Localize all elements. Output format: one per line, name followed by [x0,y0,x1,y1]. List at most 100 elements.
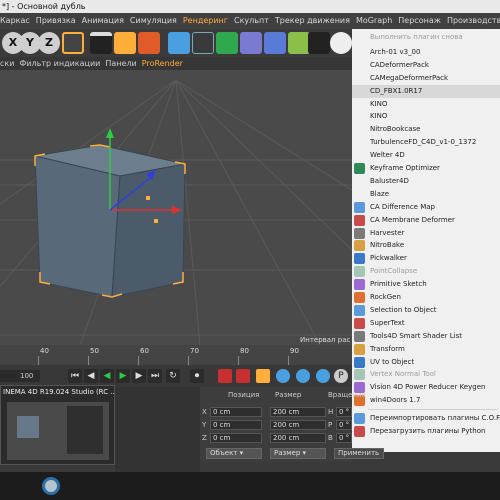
position-x-value: 0 cm [213,408,231,416]
menu-5[interactable]: Скульпт [234,16,269,25]
play-backwards-icon[interactable]: ◀ [100,369,114,383]
menu-7[interactable]: MoGraph [356,16,392,25]
plugin-menu-item[interactable]: Keyframe Optimizer [352,162,500,175]
viewport[interactable]: Интервал рас [0,70,352,345]
plugin-menu-item[interactable]: UV to Object [352,356,500,369]
cinema4d-taskbar-icon[interactable] [42,477,60,495]
size-x-field[interactable]: 200 cm [270,407,326,417]
size-z-field[interactable]: 200 cm [270,433,326,443]
position-key-icon[interactable] [276,369,290,383]
apply-button[interactable]: Применить [334,448,384,459]
size-y-field[interactable]: 200 cm [270,420,326,430]
size-mode-select[interactable]: Размер ▾ [270,448,326,459]
plugin-menu-item[interactable]: SuperText [352,317,500,330]
plugin-menu-item-label: CD_FBX1.0R17 [370,86,423,95]
plugin-menu-item[interactable]: NitroBake [352,239,500,252]
next-frame-icon[interactable]: ▶ [132,369,146,383]
render-picture-viewer-icon[interactable] [114,32,136,54]
viewport-menu-3[interactable]: ProRender [142,59,183,68]
plugin-menu-item[interactable]: Transform [352,343,500,356]
plugin-menu-item: Выполнить плагин снова [352,31,500,44]
record-keys-icon[interactable] [218,369,232,383]
go-to-end-icon[interactable]: ⏭ [148,369,162,383]
taskbar-preview[interactable]: INEMA 4D R19.024 Studio (RC ... [0,385,115,465]
floor-icon[interactable] [288,32,310,54]
plugin-menu-item[interactable]: Primitive Sketch [352,278,500,291]
plugin-menu-item[interactable]: TurbulenceFD_C4D_v1-0_1372 [352,136,500,149]
parameter-key-icon[interactable]: P [334,369,348,383]
pen-icon[interactable] [192,32,214,54]
viewport-scene[interactable] [0,70,352,345]
lock-z-button[interactable]: Z [38,32,60,54]
camera-icon[interactable] [308,32,330,54]
plugin-menu-item[interactable]: Tools4D Smart Shader List [352,330,500,343]
rotation-h-field[interactable]: 0 ° [336,407,352,417]
plugin-menu-item[interactable]: Blaze [352,188,500,201]
menu-0[interactable]: Каркас [0,16,30,25]
keyframe-selection-icon[interactable] [256,369,270,383]
menu-4[interactable]: Рендеринг [183,16,228,25]
plugin-menu-item[interactable]: Welter 4D [352,149,500,162]
go-to-start-icon[interactable]: ⏮ [68,369,82,383]
pointcollapse-icon [354,266,365,278]
plugin-menu-item[interactable]: CA Membrane Deformer [352,214,500,227]
cube-icon[interactable] [168,32,190,54]
size-header: Размер [275,391,302,399]
deformer-icon[interactable] [264,32,286,54]
plugin-menu-item-label: NitroBookcase [370,125,421,134]
plugin-menu-item[interactable]: Arch-01 v3_00 [352,46,500,59]
plugin-menu-item[interactable]: Selection to Object [352,304,500,317]
autokey-icon[interactable] [236,369,250,383]
plugin-menu-item[interactable]: Переимпортировать плагины C.O.F. [352,412,500,425]
render-settings-icon[interactable] [138,32,160,54]
plugin-menu-item-label: Tools4D Smart Shader List [370,331,462,340]
record-icon[interactable]: ⏺ [190,369,204,383]
plugin-menu-item[interactable]: CAMegaDeformerPack [352,72,500,85]
plugin-menu-item[interactable]: win4Doors 1.7 [352,394,500,407]
array-icon[interactable] [240,32,262,54]
plugin-menu-item[interactable]: RockGen [352,291,500,304]
viewport-menu-2[interactable]: Панели [105,59,136,68]
frame-field[interactable]: 100 K [0,370,40,392]
rotation-b-field[interactable]: 0 ° [336,433,352,443]
menu-1[interactable]: Привязка [36,16,76,25]
plugin-menu-item[interactable]: Pickwalker [352,252,500,265]
plugin-menu-item[interactable]: Vision 4D Power Reducer Keygen [352,381,500,394]
plugin-menu-item[interactable]: CD_FBX1.0R17 [352,84,500,98]
light-icon[interactable] [330,32,352,54]
coordinate-mode-select[interactable]: Объект ▾ [206,448,262,459]
shader-list-icon [354,330,365,342]
play-icon[interactable]: ▶ [116,369,130,383]
rotation-p-field[interactable]: 0 ° [336,420,352,430]
timeline-ruler[interactable]: 40 50 60 70 80 90 [0,345,352,365]
coordinate-system-icon[interactable] [62,32,84,54]
viewport-menu-0[interactable]: ски [0,59,14,68]
render-view-icon[interactable] [90,32,112,54]
menu-2[interactable]: Анимация [82,16,124,25]
menu-8[interactable]: Персонаж [398,16,441,25]
menu-9[interactable]: Производственный процесс [447,16,500,25]
subdivision-icon[interactable] [216,32,238,54]
rotation-key-icon[interactable] [316,369,330,383]
rotation-b-value: 0 ° [339,434,350,442]
position-x-field[interactable]: 0 cm [210,407,262,417]
loop-icon[interactable]: ↻ [166,369,180,383]
scale-key-icon[interactable] [296,369,310,383]
plugin-menu-item[interactable]: KINO [352,98,500,111]
menu-6[interactable]: Трекер движения [275,16,350,25]
preview-cube [17,416,39,438]
plugin-menu-item[interactable]: KINO [352,110,500,123]
position-z-field[interactable]: 0 cm [210,433,262,443]
prev-key-icon[interactable]: ◀ [84,369,98,383]
position-y-field[interactable]: 0 cm [210,420,262,430]
plugin-menu-item[interactable]: Baluster4D [352,175,500,188]
plugin-menu-item[interactable]: CADeformerPack [352,59,500,72]
menu-3[interactable]: Симуляция [130,16,177,25]
rotation-header: Вращение [328,391,366,399]
plugin-menu-item[interactable]: Перезагрузить плагины Python [352,425,500,438]
plugin-menu-item[interactable]: NitroBookcase [352,123,500,136]
plugin-menu-item[interactable]: CA Difference Map [352,201,500,214]
viewport-menu-1[interactable]: Фильтр индикации [19,59,100,68]
plugin-menu-item-label: KINO [370,99,388,108]
plugin-menu-item[interactable]: Harvester [352,227,500,240]
